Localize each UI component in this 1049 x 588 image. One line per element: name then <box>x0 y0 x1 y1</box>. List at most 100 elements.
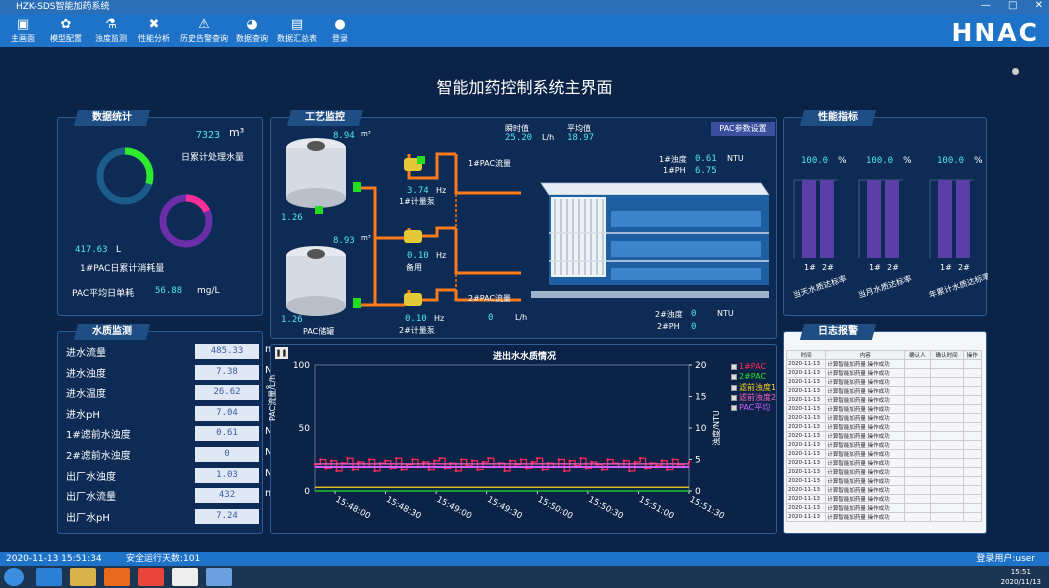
pac-consumption-label: 1#PAC日累计消耗量 <box>80 264 165 274</box>
water-quality-row: 1#滤前水浊度 0.61 NTU <box>66 426 286 442</box>
log-row[interactable]: 2020-11-13 计算智能加药量 操作成功 <box>785 386 983 396</box>
toolbar-login-button[interactable]: ● 登录 <box>326 16 354 46</box>
toolbar-model-button[interactable]: ✿ 模型配置 <box>46 16 86 46</box>
performance-caption: 当月水质达标率 <box>857 273 913 300</box>
legend-checkbox[interactable] <box>731 404 737 411</box>
series-point <box>335 469 338 473</box>
minimize-button[interactable]: — <box>981 0 991 11</box>
spare-pump-icon[interactable] <box>404 230 422 243</box>
pump2-icon[interactable] <box>404 293 422 306</box>
log-header-cell[interactable]: 确认时间 <box>929 350 964 360</box>
toolbar-summary-button[interactable]: ▤ 数据汇总表 <box>274 16 320 46</box>
log-header-cell[interactable]: 时间 <box>785 350 827 360</box>
hnac-app-icon[interactable] <box>206 568 232 586</box>
water-quality-row: 进水流量 485.33 m3/h <box>66 344 291 360</box>
chrome-icon[interactable] <box>138 568 164 586</box>
legend-label: PAC平均 <box>739 403 771 412</box>
water-quality-value: 0.61 <box>195 426 259 442</box>
media-player-icon[interactable] <box>104 568 130 586</box>
legend-checkbox[interactable] <box>731 394 737 401</box>
log-content: 计算智能加药量 操作成功 <box>825 449 906 459</box>
toolbar-alarm-history-button[interactable]: ⚠ 历史告警查询 <box>176 16 232 46</box>
document-app-icon[interactable] <box>172 568 198 586</box>
sedimentation-tank <box>531 182 770 298</box>
toolbar-main-button[interactable]: ▣ 主画面 <box>6 16 40 46</box>
pump1-status-icon <box>417 156 425 164</box>
log-row[interactable]: 2020-11-13 计算智能加药量 操作成功 <box>785 413 983 423</box>
performance-unit: % <box>974 156 983 166</box>
tools-icon: ✖ <box>148 17 160 32</box>
legend-item[interactable]: 2#PAC <box>731 372 766 381</box>
pump1-label: 1#计量泵 <box>399 197 435 206</box>
water-quality-row: 进水浊度 7.38 NTU <box>66 364 286 381</box>
legend-item[interactable]: 1#PAC <box>731 362 766 371</box>
x-tick-label: 15:48:30 <box>384 495 422 522</box>
tank1-valve-icon[interactable] <box>353 182 361 192</box>
log-time: 2020-11-13 <box>785 494 827 504</box>
toolbar-data-query-button[interactable]: ◕ 数据查询 <box>233 16 271 46</box>
log-row[interactable]: 2020-11-13 计算智能加药量 操作成功 <box>785 422 983 432</box>
maximize-button[interactable]: □ <box>1008 0 1017 11</box>
log-content: 计算智能加药量 操作成功 <box>825 404 906 414</box>
log-time: 2020-11-13 <box>785 458 827 468</box>
log-row[interactable]: 2020-11-13 计算智能加药量 操作成功 <box>785 494 983 504</box>
ph2-label: 2#PH <box>657 322 680 331</box>
x-tick-label: 15:50:30 <box>586 495 624 522</box>
series-point <box>535 456 539 460</box>
log-header-cell[interactable]: 操作 <box>962 350 983 360</box>
log-content: 计算智能加药量 操作成功 <box>825 503 906 513</box>
ie-icon[interactable] <box>36 568 62 586</box>
log-time: 2020-11-13 <box>785 431 827 441</box>
log-header-cell[interactable]: 内容 <box>825 350 906 360</box>
close-button[interactable]: ✕ <box>1035 0 1043 11</box>
log-row[interactable]: 2020-11-13 计算智能加药量 操作成功 <box>785 503 983 513</box>
water-quality-title: 水质监测 <box>73 324 151 340</box>
log-row[interactable]: 2020-11-13 计算智能加药量 操作成功 <box>785 449 983 459</box>
log-time: 2020-11-13 <box>785 440 827 450</box>
series-point <box>487 456 490 460</box>
series-point <box>508 459 512 463</box>
tank2-valve-icon[interactable] <box>353 298 361 308</box>
log-table-header: 时间 内容 确认人 确认时间 操作 <box>785 350 983 360</box>
folder-icon[interactable] <box>70 568 96 586</box>
log-row[interactable]: 2020-11-13 计算智能加药量 操作成功 <box>785 368 983 378</box>
log-time: 2020-11-13 <box>785 368 827 378</box>
log-header-cell[interactable]: 确认人 <box>904 350 931 360</box>
water-quality-label: 进水温度 <box>66 389 106 401</box>
series-point <box>319 458 322 461</box>
y2-tick-label: 5 <box>695 456 701 466</box>
water-quality-value: 7.38 <box>195 364 259 380</box>
toolbar-performance-button[interactable]: ✖ 性能分析 <box>134 16 174 46</box>
log-row[interactable]: 2020-11-13 计算智能加药量 操作成功 <box>785 467 983 477</box>
page-title: 智能加药控制系统主界面 <box>436 78 613 97</box>
log-time: 2020-11-13 <box>785 413 827 423</box>
x-tick-label: 15:49:00 <box>435 495 473 522</box>
pac-consumption-unit: L <box>116 245 122 255</box>
log-row[interactable]: 2020-11-13 计算智能加药量 操作成功 <box>785 377 983 387</box>
hnac-logo: HNAC <box>951 18 1039 47</box>
legend-item[interactable]: PAC平均 <box>731 402 770 413</box>
log-row[interactable]: 2020-11-13 计算智能加药量 操作成功 <box>785 512 983 522</box>
bar-label: 1# <box>804 263 816 272</box>
performance-value: 100.0 <box>937 156 964 166</box>
log-row[interactable]: 2020-11-13 计算智能加药量 操作成功 <box>785 485 983 495</box>
log-time: 2020-11-13 <box>785 503 827 513</box>
log-row[interactable]: 2020-11-13 计算智能加药量 操作成功 <box>785 440 983 450</box>
legend-checkbox[interactable] <box>731 373 737 380</box>
legend-checkbox[interactable] <box>731 363 737 370</box>
toolbar-turbidity-button[interactable]: ⚗ 浊度监测 <box>91 16 131 46</box>
performance-unit: % <box>903 156 912 166</box>
tank1-level-icon <box>315 206 323 214</box>
start-button-icon[interactable] <box>4 568 24 586</box>
legend-checkbox[interactable] <box>731 384 737 391</box>
log-row[interactable]: 2020-11-13 计算智能加药量 操作成功 <box>785 359 983 369</box>
log-row[interactable]: 2020-11-13 计算智能加药量 操作成功 <box>785 395 983 405</box>
series-point <box>519 458 523 461</box>
performance-bar <box>956 180 970 258</box>
log-row[interactable]: 2020-11-13 计算智能加药量 操作成功 <box>785 476 983 486</box>
log-row[interactable]: 2020-11-13 计算智能加药量 操作成功 <box>785 431 983 441</box>
daily-water-value: 7323 <box>196 130 221 141</box>
log-time: 2020-11-13 <box>785 512 827 522</box>
log-row[interactable]: 2020-11-13 计算智能加药量 操作成功 <box>785 404 983 414</box>
log-row[interactable]: 2020-11-13 计算智能加药量 操作成功 <box>785 458 983 468</box>
